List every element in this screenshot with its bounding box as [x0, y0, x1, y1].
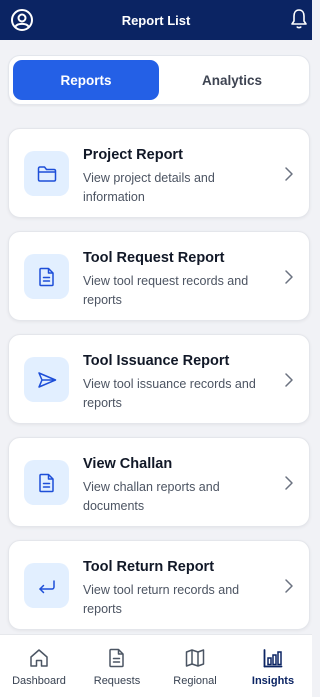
tab-analytics[interactable]: Analytics: [159, 60, 305, 100]
report-icon-box: [24, 357, 69, 402]
report-card-project[interactable]: Project Report View project details and …: [8, 128, 310, 218]
nav-label: Regional: [173, 675, 217, 687]
home-icon: [30, 649, 48, 667]
bottom-navigation: Dashboard Requests Regional Insights: [0, 634, 312, 697]
report-description: View tool request records and reports: [83, 274, 249, 307]
chevron-right-icon: [285, 476, 293, 490]
nav-label: Dashboard: [12, 675, 66, 687]
report-card-view-challan[interactable]: View Challan View challan reports and do…: [8, 437, 310, 527]
nav-item-insights[interactable]: Insights: [234, 635, 312, 697]
return-arrow-icon: [38, 579, 55, 593]
report-card-tool-return[interactable]: Tool Return Report View tool return reco…: [8, 540, 310, 630]
report-description: View tool issuance records and reports: [83, 377, 256, 410]
report-tabs: Reports Analytics: [8, 55, 310, 105]
app-root: Report List Reports Analytics Project Re…: [0, 0, 312, 697]
nav-item-requests[interactable]: Requests: [78, 635, 156, 697]
chevron-right-icon: [285, 579, 293, 593]
chevron-right-icon: [285, 167, 293, 181]
document-icon: [109, 648, 124, 668]
report-description: View project details and information: [83, 171, 215, 204]
bell-icon[interactable]: [290, 8, 308, 30]
chevron-right-icon: [285, 373, 293, 387]
report-icon-box: [24, 460, 69, 505]
report-title: Tool Issuance Report: [83, 353, 230, 369]
nav-label: Insights: [251, 675, 295, 687]
bar-chart-icon: [263, 649, 283, 668]
report-title: Tool Return Report: [83, 559, 215, 575]
folder-icon: [37, 165, 56, 182]
report-card-tool-issuance[interactable]: Tool Issuance Report View tool issuance …: [8, 334, 310, 424]
page-title: Report List: [121, 12, 191, 28]
report-icon-box: [24, 151, 69, 196]
nav-label: Requests: [93, 675, 141, 687]
tab-reports[interactable]: Reports: [13, 60, 159, 100]
report-icon-box: [24, 254, 69, 299]
document-icon: [38, 267, 54, 286]
nav-item-regional[interactable]: Regional: [156, 635, 234, 697]
report-title: Tool Request Report: [83, 250, 225, 266]
report-description: View challan reports and documents: [83, 480, 220, 513]
map-icon: [185, 649, 205, 667]
report-title: Project Report: [83, 147, 183, 163]
report-title: View Challan: [83, 456, 173, 472]
chevron-right-icon: [285, 270, 293, 284]
report-icon-box: [24, 563, 69, 608]
send-icon: [37, 371, 56, 388]
app-header: Report List: [0, 0, 312, 40]
document-icon: [38, 473, 54, 492]
report-description: View tool return records and reports: [83, 583, 240, 616]
nav-item-dashboard[interactable]: Dashboard: [0, 635, 78, 697]
report-card-tool-request[interactable]: Tool Request Report View tool request re…: [8, 231, 310, 321]
profile-icon[interactable]: [10, 8, 34, 32]
